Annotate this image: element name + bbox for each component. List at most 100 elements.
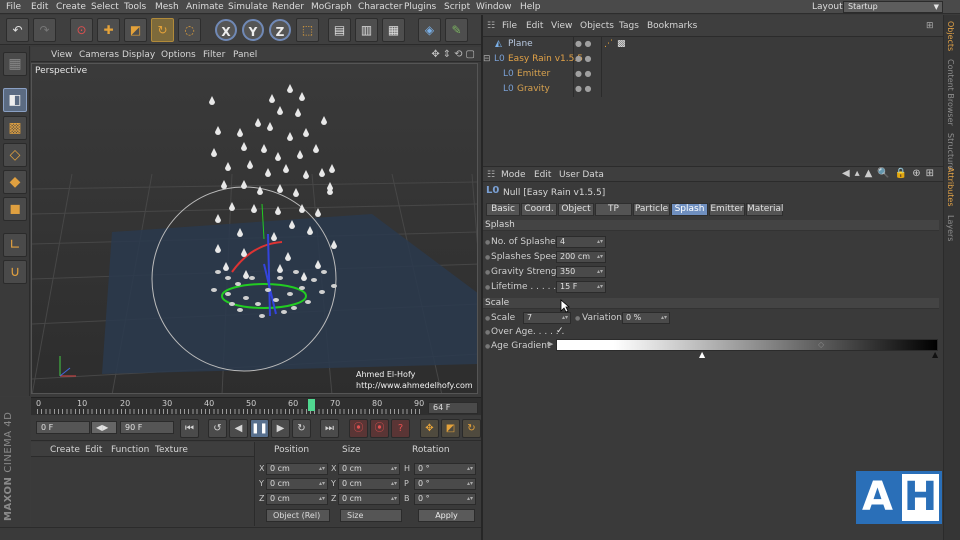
stepper-icon[interactable]: ▴▾ bbox=[319, 494, 325, 504]
render-picture-viewer-icon[interactable]: ▥ bbox=[355, 18, 378, 42]
loop-icon[interactable]: ↺ bbox=[208, 419, 227, 438]
no-of-splashes-field[interactable]: 4 ▴▾ bbox=[556, 236, 606, 248]
menu-window[interactable]: Window bbox=[476, 2, 512, 12]
next-frame-icon[interactable]: ▶ bbox=[271, 419, 290, 438]
viewport-nav-icons[interactable]: ✥⇕⟲▢ bbox=[431, 49, 478, 60]
visibility-dots-icon[interactable]: ● ● bbox=[575, 39, 592, 48]
object-name-easy-rain[interactable]: Easy Rain v1.5.5 bbox=[508, 54, 583, 64]
objects-menu-edit[interactable]: Edit bbox=[526, 21, 543, 31]
object-row-easy-rain[interactable]: ⊟ L0 Easy Rain v1.5.5 ● ● bbox=[483, 52, 943, 67]
stepper-icon[interactable]: ▴▾ bbox=[467, 494, 473, 504]
stepper-icon[interactable]: ▴▾ bbox=[391, 464, 397, 474]
magnet-icon[interactable]: ∪ bbox=[3, 260, 27, 284]
size-mode-select[interactable]: Size bbox=[340, 509, 402, 522]
model-mode-icon[interactable]: ◧ bbox=[3, 88, 27, 112]
attributes-menu-user-data[interactable]: User Data bbox=[559, 170, 604, 180]
pause-icon[interactable]: ❚❚ bbox=[250, 419, 269, 438]
start-frame-field[interactable]: 0 F bbox=[36, 421, 90, 434]
gravity-strength-field[interactable]: 350 ▴▾ bbox=[556, 266, 606, 278]
viewport-menu-options[interactable]: Options bbox=[161, 50, 196, 60]
stepper-icon[interactable]: ▴▾ bbox=[467, 479, 473, 489]
size-y-field[interactable]: 0 cm ▴▾ bbox=[338, 478, 400, 490]
attributes-nav-icons[interactable]: ◀▴▲🔍🔒⊕⊞ bbox=[842, 168, 939, 179]
menu-create[interactable]: Create bbox=[56, 2, 86, 12]
polygons-mode-icon[interactable]: ◼ bbox=[3, 197, 27, 221]
scale-field[interactable]: 7 ▴▾ bbox=[523, 312, 571, 324]
tab-basic[interactable]: Basic bbox=[486, 203, 520, 216]
stepper-icon[interactable]: ▴▾ bbox=[597, 267, 603, 277]
stepper-icon[interactable]: ▴▾ bbox=[661, 313, 667, 323]
objects-menu-tags[interactable]: Tags bbox=[619, 21, 639, 31]
lifetime-field[interactable]: 15 F ▴▾ bbox=[556, 281, 606, 293]
go-to-end-icon[interactable]: ⏭ bbox=[320, 419, 339, 438]
visibility-dots-icon[interactable]: ● ● bbox=[575, 69, 592, 78]
menu-character[interactable]: Character bbox=[358, 2, 402, 12]
size-z-field[interactable]: 0 cm ▴▾ bbox=[338, 493, 400, 505]
position-y-field[interactable]: 0 cm ▴▾ bbox=[266, 478, 328, 490]
fps-field[interactable]: 90 F bbox=[120, 421, 174, 434]
frame-stepper-icon[interactable]: ◀▶ bbox=[91, 421, 117, 434]
stepper-icon[interactable]: ▴▾ bbox=[562, 313, 568, 323]
render-settings-icon[interactable]: ▦ bbox=[382, 18, 405, 42]
move-icon[interactable]: ✚ bbox=[97, 18, 120, 42]
panel-grip-icon[interactable]: ☷ bbox=[487, 21, 495, 31]
object-name-gravity[interactable]: Gravity bbox=[517, 84, 550, 94]
objects-menu-file[interactable]: File bbox=[502, 21, 517, 31]
objects-menu-view[interactable]: View bbox=[551, 21, 572, 31]
splashes-speed-field[interactable]: 200 cm ▴▾ bbox=[556, 251, 606, 263]
stepper-icon[interactable]: ▴▾ bbox=[391, 479, 397, 489]
object-name-plane[interactable]: Plane bbox=[508, 39, 533, 49]
rotation-p-field[interactable]: 0 ° ▴▾ bbox=[414, 478, 476, 490]
menu-edit[interactable]: Edit bbox=[31, 2, 48, 12]
previous-frame-icon[interactable]: ◀ bbox=[229, 419, 248, 438]
edges-mode-icon[interactable]: ◆ bbox=[3, 170, 27, 194]
menu-mesh[interactable]: Mesh bbox=[155, 2, 179, 12]
x-axis-icon[interactable]: X bbox=[215, 19, 237, 41]
menu-mograph[interactable]: MoGraph bbox=[311, 2, 352, 12]
material-tag-icon[interactable]: ▩ bbox=[617, 39, 626, 49]
tab-tp[interactable]: TP bbox=[595, 203, 632, 216]
material-menu-texture[interactable]: Texture bbox=[155, 445, 188, 455]
axis-mode-icon[interactable]: ∟ bbox=[3, 233, 27, 257]
object-row-plane[interactable]: ◭ Plane ● ● ⋰ ▩ bbox=[483, 37, 943, 52]
tab-coord[interactable]: Coord. bbox=[521, 203, 557, 216]
layout-select[interactable]: Startup ▼ bbox=[843, 1, 943, 13]
go-to-start-icon[interactable]: ⏮ bbox=[180, 419, 199, 438]
menu-simulate[interactable]: Simulate bbox=[228, 2, 268, 12]
live-selection-icon[interactable]: ⊙ bbox=[70, 18, 93, 42]
texture-mode-icon[interactable]: ▩ bbox=[3, 116, 27, 140]
record-keyframe-icon[interactable]: ⦿ bbox=[349, 419, 368, 438]
position-z-field[interactable]: 0 cm ▴▾ bbox=[266, 493, 328, 505]
visibility-dots-icon[interactable]: ● ● bbox=[575, 54, 592, 63]
object-row-emitter[interactable]: L0 Emitter ● ● bbox=[483, 67, 943, 82]
position-x-field[interactable]: 0 cm ▴▾ bbox=[266, 463, 328, 475]
coordinate-mode-select[interactable]: Object (Rel) bbox=[266, 509, 330, 522]
viewport-perspective[interactable]: Perspective Ahmed El-Hofy http://www.ahm… bbox=[31, 63, 478, 394]
menu-help[interactable]: Help bbox=[520, 2, 541, 12]
tab-object[interactable]: Object bbox=[558, 203, 594, 216]
rotation-h-field[interactable]: 0 ° ▴▾ bbox=[414, 463, 476, 475]
attributes-menu-edit[interactable]: Edit bbox=[534, 170, 551, 180]
object-name-emitter[interactable]: Emitter bbox=[517, 69, 550, 79]
material-menu-function[interactable]: Function bbox=[111, 445, 149, 455]
stepper-icon[interactable]: ▴▾ bbox=[467, 464, 473, 474]
objects-menu-bookmarks[interactable]: Bookmarks bbox=[647, 21, 697, 31]
key-scale-icon[interactable]: ◩ bbox=[441, 419, 460, 438]
z-axis-icon[interactable]: Z bbox=[269, 19, 291, 41]
end-frame-field[interactable]: 64 F bbox=[428, 402, 478, 414]
keyframe-help-icon[interactable]: ? bbox=[391, 419, 410, 438]
timeline-ruler[interactable]: 0 10 20 30 40 50 60 70 80 90 bbox=[31, 397, 482, 415]
material-menu-edit[interactable]: Edit bbox=[85, 445, 102, 455]
phong-tag-icon[interactable]: ⋰ bbox=[604, 39, 613, 49]
variation-field[interactable]: 0 % ▴▾ bbox=[622, 312, 670, 324]
age-gradient-bar[interactable]: ◇ bbox=[556, 339, 938, 351]
stepper-icon[interactable]: ▴▾ bbox=[597, 237, 603, 247]
menu-tools[interactable]: Tools bbox=[124, 2, 146, 12]
tab-emitter[interactable]: Emitter bbox=[709, 203, 745, 216]
stepper-icon[interactable]: ▴▾ bbox=[391, 494, 397, 504]
tab-splash[interactable]: Splash bbox=[671, 203, 708, 216]
tab-layers[interactable]: Layers bbox=[946, 215, 955, 241]
rotate-icon[interactable]: ↻ bbox=[151, 18, 174, 42]
undo-icon[interactable]: ↶ bbox=[6, 18, 29, 42]
tab-content-browser[interactable]: Content Browser bbox=[946, 59, 955, 126]
